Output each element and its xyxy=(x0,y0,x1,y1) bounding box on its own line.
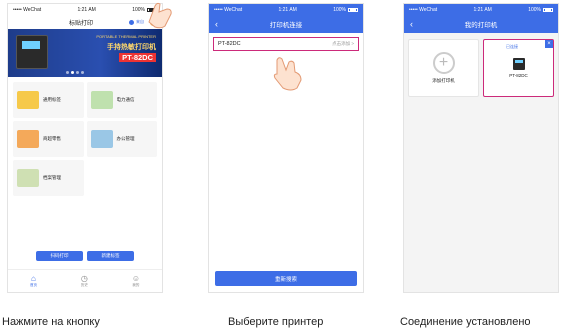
carrier-label: ••••• WeChat xyxy=(214,6,243,13)
category-grid: 通用标签 电力通信 商超零售 办公管理 档案管理 xyxy=(8,77,162,196)
back-chevron-icon[interactable]: ‹ xyxy=(410,19,413,29)
printer-list-item[interactable]: PT-82DC 点击添加 > xyxy=(213,37,359,51)
home-header: 标贴打印 来自 xyxy=(8,15,162,29)
printer-image xyxy=(16,35,48,69)
banner-model: PT-82DC xyxy=(119,53,156,62)
add-printer-label: 添加打印机 xyxy=(432,78,455,83)
page-title: 我的打印机 xyxy=(464,22,498,29)
hand-pointer-icon xyxy=(148,2,172,29)
plus-icon: + xyxy=(432,52,455,74)
tile-label: 电力通信 xyxy=(116,97,135,102)
close-icon[interactable]: × xyxy=(545,40,553,48)
tile-label: 通用标签 xyxy=(43,97,61,102)
printer-cards: + 添加打印机 已连接 × PT-82DC xyxy=(404,33,558,103)
scan-print-button[interactable]: 扫码打印 xyxy=(36,251,83,261)
hand-pointer-icon xyxy=(273,57,302,91)
tab-profile[interactable]: ☺ 我的 xyxy=(132,274,140,288)
caption-step-2: Выберите принтер xyxy=(228,316,324,328)
printer-icon xyxy=(512,58,525,70)
new-label-button[interactable]: 新建标签 xyxy=(87,251,134,261)
tile-label: 档案管理 xyxy=(43,175,61,180)
house-icon: ⌂ xyxy=(31,274,36,283)
user-icon: ☺ xyxy=(131,274,141,283)
tile-office[interactable]: 办公管理 xyxy=(86,121,157,157)
promo-banner[interactable]: PORTABLE THERMAL PRINTER 手持热敏打印机 PT-82DC xyxy=(8,29,162,77)
tile-label: 办公管理 xyxy=(116,136,135,141)
tab-home[interactable]: ⌂ 首页 xyxy=(30,274,37,288)
tile-general-label[interactable]: 通用标签 xyxy=(13,82,84,118)
tile-archive[interactable]: 档案管理 xyxy=(13,160,84,196)
tile-art xyxy=(17,91,39,109)
tab-label: 我的 xyxy=(132,283,140,287)
battery-percent: 100% xyxy=(333,6,346,13)
nav-bar: ‹ 打印机连接 xyxy=(209,15,363,33)
add-hint: 点击添加 > xyxy=(332,41,354,46)
tile-art xyxy=(90,130,113,148)
add-printer-card[interactable]: + 添加打印机 xyxy=(408,39,479,97)
battery-percent: 100% xyxy=(528,6,541,13)
tile-art xyxy=(17,169,39,187)
time-label: 1:21 AM xyxy=(278,6,297,13)
quick-actions: 扫码打印 新建标签 xyxy=(8,251,162,261)
tile-label: 商超零售 xyxy=(43,136,61,141)
banner-subtitle: PORTABLE THERMAL PRINTER xyxy=(96,34,156,39)
caption-step-3: Соединение установлено xyxy=(400,316,531,328)
tab-label: 历史 xyxy=(80,283,88,287)
tab-history[interactable]: ◷ 历史 xyxy=(81,274,88,288)
tile-retail[interactable]: 商超零售 xyxy=(13,121,84,157)
screen-printer-connect: ••••• WeChat 1:21 AM 100% ‹ 打印机连接 PT-82D… xyxy=(208,3,364,293)
clock-icon: ◷ xyxy=(80,274,88,283)
tile-power-telecom[interactable]: 电力通信 xyxy=(86,82,157,118)
printer-card[interactable]: 已连接 × PT-82DC xyxy=(483,39,554,97)
battery-icon xyxy=(543,7,553,12)
page-title: 标贴打印 xyxy=(68,20,93,27)
time-label: 1:21 AM xyxy=(77,6,96,13)
tab-label: 首页 xyxy=(29,283,37,287)
caption-step-1: Нажмите на кнопку xyxy=(2,316,100,328)
rescan-button[interactable]: 重新搜索 xyxy=(215,271,357,286)
carrier-label: ••••• WeChat xyxy=(13,6,42,13)
battery-percent: 100% xyxy=(132,6,145,13)
info-icon[interactable] xyxy=(128,19,134,25)
banner-title: 手持热敏打印机 xyxy=(107,44,156,51)
screen-my-printers: ••••• WeChat 1:21 AM 100% ‹ 我的打印机 + 添加打印… xyxy=(403,3,559,293)
status-bar: ••••• WeChat 1:21 AM 100% xyxy=(209,4,363,15)
tab-bar: ⌂ 首页 ◷ 历史 ☺ 我的 xyxy=(8,269,162,292)
tile-art xyxy=(90,91,113,109)
page-title: 打印机连接 xyxy=(269,22,303,29)
carrier-label: ••••• WeChat xyxy=(409,6,438,13)
printer-name: PT-82DC xyxy=(509,73,528,78)
connected-status: 已连接 xyxy=(506,44,518,49)
carousel-dots xyxy=(66,71,84,74)
time-label: 1:21 AM xyxy=(473,6,492,13)
status-bar: ••••• WeChat 1:21 AM 100% xyxy=(404,4,558,15)
nav-bar: ‹ 我的打印机 xyxy=(404,15,558,33)
back-chevron-icon[interactable]: ‹ xyxy=(215,19,218,29)
printer-name: PT-82DC xyxy=(218,41,241,47)
tile-art xyxy=(17,130,39,148)
screen-home: ••••• WeChat 1:21 AM 100% 标贴打印 来自 PORTAB… xyxy=(7,3,163,293)
battery-icon xyxy=(348,7,358,12)
header-link[interactable]: 来自 xyxy=(136,19,144,25)
status-bar: ••••• WeChat 1:21 AM 100% xyxy=(8,4,162,15)
